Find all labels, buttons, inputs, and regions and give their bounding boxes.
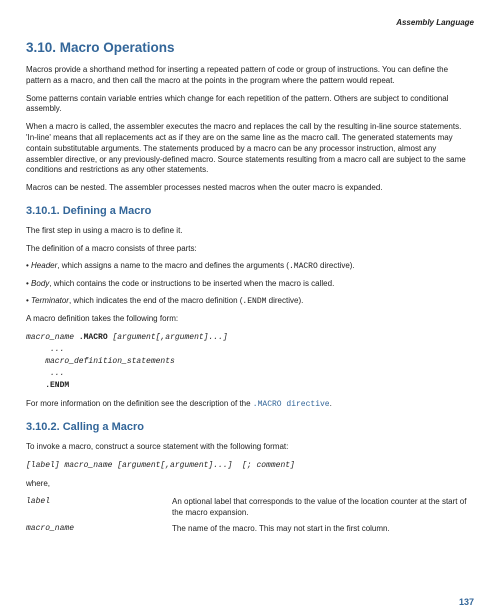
list-item: Terminator, which indicates the end of t… (26, 296, 474, 308)
code-inline: .ENDM (242, 297, 266, 306)
code-block: macro_name .MACRO [argument[,argument]..… (26, 332, 474, 392)
def-desc: The name of the macro. This may not star… (172, 524, 474, 535)
section-heading: 3.10. Macro Operations (26, 39, 474, 57)
para: To invoke a macro, construct a source st… (26, 442, 474, 453)
para: The definition of a macro consists of th… (26, 244, 474, 255)
text: directive). (266, 296, 303, 305)
subsection-heading: 3.10.2. Calling a Macro (26, 420, 474, 435)
def-desc: An optional label that corresponds to th… (172, 497, 474, 519)
keyword: Terminator (31, 296, 69, 305)
para: For more information on the definition s… (26, 399, 474, 411)
def-term: macro_name (26, 524, 166, 535)
list-item: Header, which assigns a name to the macr… (26, 261, 474, 273)
code-inline: .MACRO (289, 262, 318, 271)
keyword: Header (31, 261, 57, 270)
text: directive). (318, 261, 355, 270)
para: where, (26, 479, 474, 490)
text: For more information on the definition s… (26, 399, 253, 408)
para: Some patterns contain variable entries w… (26, 94, 474, 116)
subsection-heading: 3.10.1. Defining a Macro (26, 204, 474, 219)
text: , which assigns a name to the macro and … (57, 261, 289, 270)
para: A macro definition takes the following f… (26, 314, 474, 325)
text: , which indicates the end of the macro d… (69, 296, 242, 305)
def-term: label (26, 497, 166, 519)
para: The first step in using a macro is to de… (26, 226, 474, 237)
code-block: [label] macro_name [argument[,argument].… (26, 460, 474, 472)
para: Macros provide a shorthand method for in… (26, 65, 474, 87)
definition-list: label An optional label that corresponds… (26, 497, 474, 535)
para: Macros can be nested. The assembler proc… (26, 183, 474, 194)
para: When a macro is called, the assembler ex… (26, 122, 474, 176)
keyword: Body (31, 279, 49, 288)
link-macro-directive[interactable]: .MACRO directive (253, 400, 330, 409)
text: , which contains the code or instruction… (49, 279, 334, 288)
running-header: Assembly Language (26, 18, 474, 29)
text: . (330, 399, 332, 408)
list-item: Body, which contains the code or instruc… (26, 279, 474, 290)
page-number: 137 (459, 596, 474, 608)
